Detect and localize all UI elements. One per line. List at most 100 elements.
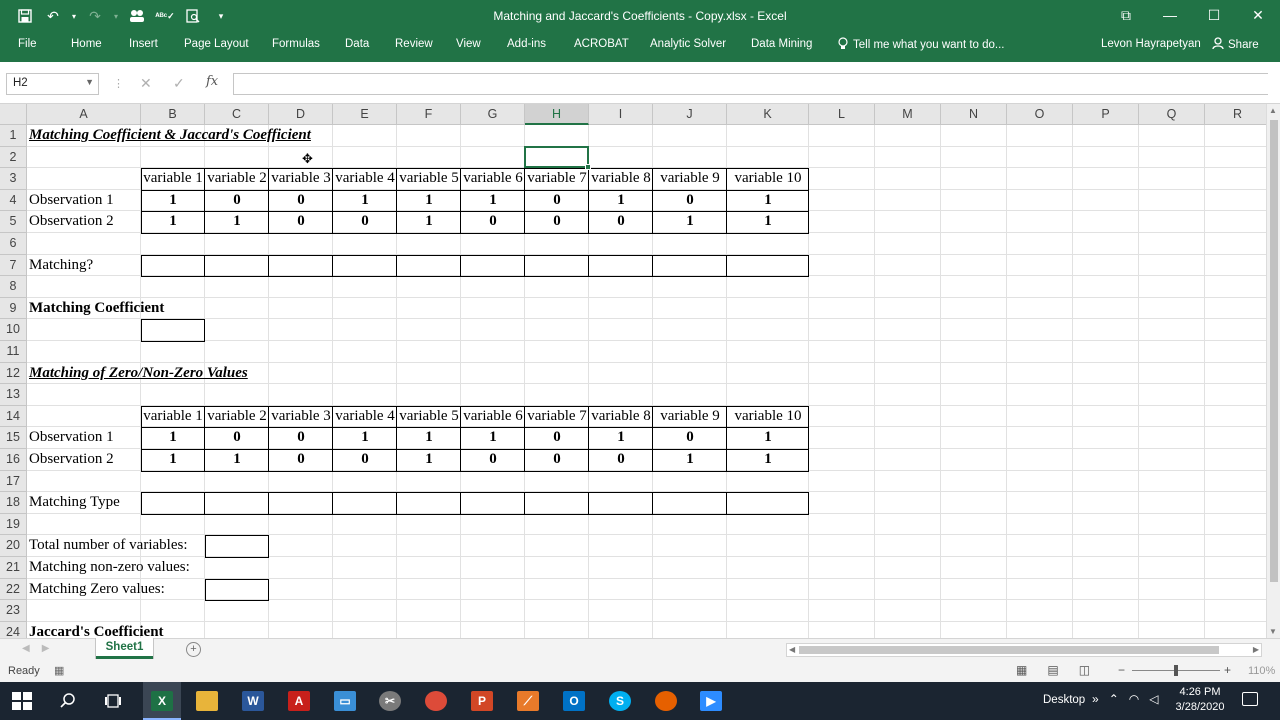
share-button[interactable]: Share [1212,37,1259,53]
tab-insert[interactable]: Insert [129,38,158,50]
search-icon[interactable] [53,688,83,714]
add-sheet-icon[interactable]: + [186,642,201,657]
observation-1-value[interactable]: 1 [141,190,205,212]
variable-header[interactable]: variable 4 [333,406,397,428]
column-header-p[interactable]: P [1073,104,1139,125]
scroll-down-icon[interactable]: ▼ [1269,627,1277,636]
variable-header[interactable]: variable 2 [205,168,269,190]
insert-function-icon[interactable]: fx [206,74,218,89]
observation-1-label[interactable]: Observation 1 [27,190,141,212]
close-icon[interactable]: ✕ [1236,0,1280,30]
tab-analytic-solver[interactable]: Analytic Solver [650,38,726,50]
macro-record-icon[interactable]: ▦ [54,664,64,677]
ribbon-display-options-icon[interactable]: ⧉ [1104,0,1148,30]
task-view-icon[interactable] [98,688,128,714]
observation-1-value[interactable]: 1 [727,190,809,212]
variable-header[interactable]: variable 1 [141,168,205,190]
fill-handle[interactable] [585,164,591,171]
observation-1-label[interactable]: Observation 1 [27,427,141,449]
formula-input[interactable] [233,73,1268,95]
observation-2-value[interactable]: 0 [269,449,333,471]
taskbar-clock[interactable]: 4:26 PM 3/28/2020 [1172,685,1228,715]
volume-icon[interactable]: ◁ [1149,692,1158,706]
variable-header[interactable]: variable 10 [727,168,809,190]
row-header-22[interactable]: 22 [0,578,27,601]
acrobat-taskbar-icon[interactable]: A [288,691,310,711]
row-header-18[interactable]: 18 [0,492,27,514]
row-header-3[interactable]: 3 [0,168,27,190]
row-header-17[interactable]: 17 [0,470,27,493]
observation-2-value[interactable]: 1 [141,211,205,233]
powerpoint-taskbar-icon[interactable]: P [471,691,493,711]
tell-me-box[interactable]: Tell me what you want to do... [838,37,1005,53]
vertical-scrollbar[interactable]: ▲ ▼ [1266,104,1280,638]
selected-cell-h2[interactable] [524,145,591,171]
tab-add-ins[interactable]: Add-ins [507,38,546,50]
zoom-slider-knob[interactable] [1174,665,1178,676]
jaccard-coefficient-label[interactable]: Jaccard's Coefficient [27,622,227,638]
row-header-10[interactable]: 10 [0,319,27,341]
observation-1-value[interactable]: 1 [589,190,653,212]
matching-zero-label[interactable]: Matching Zero values: [27,579,205,601]
tab-file[interactable]: File [18,38,37,50]
chevron-down-icon[interactable]: ▼ [85,77,94,87]
variable-header[interactable]: variable 3 [269,168,333,190]
observation-2-value[interactable]: 0 [589,449,653,471]
tab-data-mining[interactable]: Data Mining [751,38,812,50]
matching-type-label[interactable]: Matching Type [27,492,141,514]
column-header-j[interactable]: J [653,104,727,125]
toolbar-expand-icon[interactable]: » [1092,692,1099,706]
scroll-up-icon[interactable]: ▲ [1269,106,1277,115]
horizontal-scroll-thumb[interactable] [799,646,1219,654]
sheet-tab-sheet1[interactable]: Sheet1 [96,638,153,659]
row-header-2[interactable]: 2 [0,146,27,169]
observation-2-value[interactable]: 1 [205,449,269,471]
variable-header[interactable]: variable 2 [205,406,269,428]
variable-header[interactable]: variable 10 [727,406,809,428]
row-header-16[interactable]: 16 [0,449,27,471]
column-header-a[interactable]: A [27,104,141,125]
matlab-icon[interactable]: ⟋ [517,691,539,711]
observation-1-value[interactable]: 0 [525,190,589,212]
minimize-icon[interactable]: — [1148,0,1192,30]
row-header-15[interactable]: 15 [0,427,27,449]
variable-header[interactable]: variable 9 [653,168,727,190]
row-header-5[interactable]: 5 [0,211,27,233]
variable-header[interactable]: variable 1 [141,406,205,428]
tab-view[interactable]: View [456,38,481,50]
zoom-in-icon[interactable]: + [1224,663,1231,677]
file-explorer-icon[interactable] [196,691,218,711]
tab-review[interactable]: Review [395,38,433,50]
variable-header[interactable]: variable 7 [525,406,589,428]
matching-coefficient-label[interactable]: Matching Coefficient [27,298,227,320]
app-window-icon[interactable]: ▭ [334,691,356,711]
column-header-g[interactable]: G [461,104,525,125]
enter-icon[interactable]: ✓ [173,75,185,92]
observation-2-value[interactable]: 0 [525,211,589,233]
observation-1-value[interactable]: 1 [727,427,809,449]
column-header-b[interactable]: B [141,104,205,125]
row-header-4[interactable]: 4 [0,189,27,212]
tab-data[interactable]: Data [345,38,369,50]
total-variables-label[interactable]: Total number of variables: [27,535,205,557]
tray-chevron-up-icon[interactable]: ⌃ [1109,692,1119,706]
observation-2-value[interactable]: 1 [397,449,461,471]
observation-1-value[interactable]: 1 [141,427,205,449]
variable-header[interactable]: variable 6 [461,168,525,190]
zoom-out-icon[interactable]: − [1118,663,1125,677]
title-zero-nonzero[interactable]: Matching of Zero/Non-Zero Values [27,363,427,385]
zoom-app-icon[interactable]: ▶ [700,691,722,711]
observation-2-value[interactable]: 0 [333,449,397,471]
row-header-11[interactable]: 11 [0,341,27,363]
select-all-button[interactable] [0,104,27,125]
column-header-q[interactable]: Q [1139,104,1205,125]
observation-1-value[interactable]: 1 [397,427,461,449]
tab-formulas[interactable]: Formulas [272,38,320,50]
name-box[interactable]: H2 ▼ [6,73,99,95]
formula-bar-grip-icon[interactable]: ⋮ [113,77,124,90]
column-header-e[interactable]: E [333,104,397,125]
column-header-h[interactable]: H [525,104,589,125]
matching-nonzero-label[interactable]: Matching non-zero values: [27,557,205,579]
matching-label[interactable]: Matching? [27,255,141,277]
variable-header[interactable]: variable 5 [397,168,461,190]
